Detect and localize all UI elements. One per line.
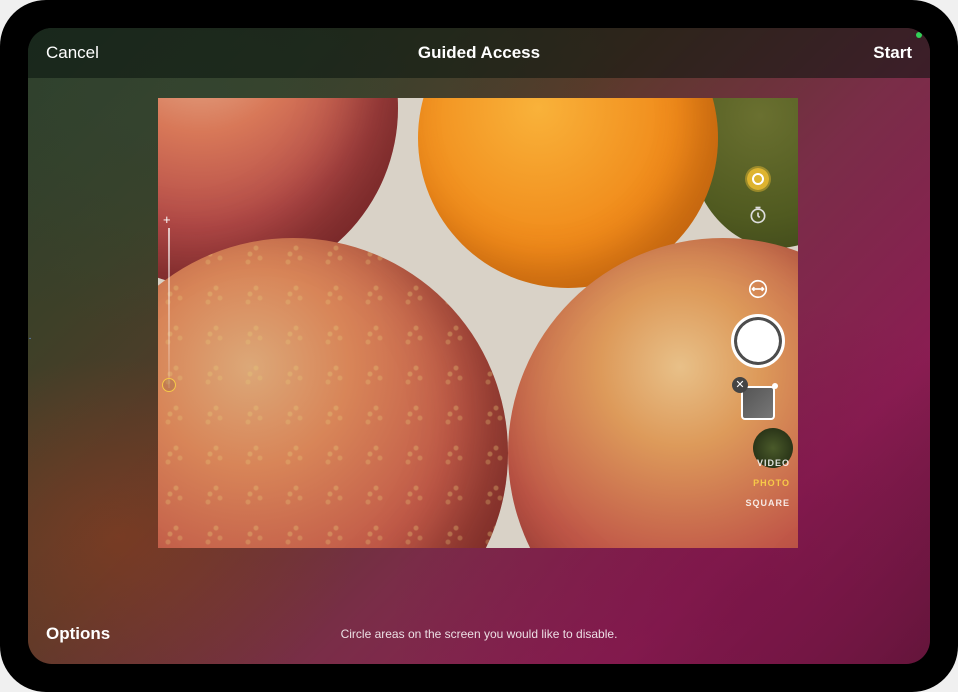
side-indicator-icon: ·· — [28, 333, 33, 341]
fruit-apple-bottom-left — [158, 238, 508, 548]
mode-video[interactable]: VIDEO — [745, 458, 790, 468]
last-photo-thumbnail[interactable]: ✕ — [741, 386, 775, 420]
zoom-handle-icon[interactable] — [162, 378, 176, 392]
page-title: Guided Access — [418, 43, 540, 63]
mode-photo[interactable]: PHOTO — [745, 478, 790, 488]
app-preview[interactable]: + — [158, 98, 798, 548]
guided-access-topbar: Cancel Guided Access Start — [28, 28, 930, 78]
cancel-button[interactable]: Cancel — [46, 43, 99, 63]
flip-camera-icon[interactable] — [747, 278, 769, 300]
zoom-slider[interactable]: + — [168, 228, 170, 388]
ipad-frame: ·· Cancel Guided Access Start + — [0, 0, 958, 692]
camera-viewfinder — [158, 98, 798, 548]
camera-mode-selector[interactable]: VIDEO PHOTO SQUARE — [745, 458, 790, 508]
zoom-plus-icon: + — [163, 212, 171, 227]
screen: ·· Cancel Guided Access Start + — [28, 28, 930, 664]
timer-icon[interactable] — [747, 204, 769, 226]
options-button[interactable]: Options — [46, 624, 110, 644]
guided-access-bottombar: Options Circle areas on the screen you w… — [28, 604, 930, 664]
hint-text: Circle areas on the screen you would lik… — [341, 627, 618, 641]
live-photo-icon[interactable] — [747, 168, 769, 190]
camera-use-indicator-icon — [916, 32, 922, 38]
mode-square[interactable]: SQUARE — [745, 498, 790, 508]
shutter-button[interactable] — [731, 314, 785, 368]
close-icon[interactable]: ✕ — [732, 377, 748, 393]
start-button[interactable]: Start — [873, 43, 912, 63]
